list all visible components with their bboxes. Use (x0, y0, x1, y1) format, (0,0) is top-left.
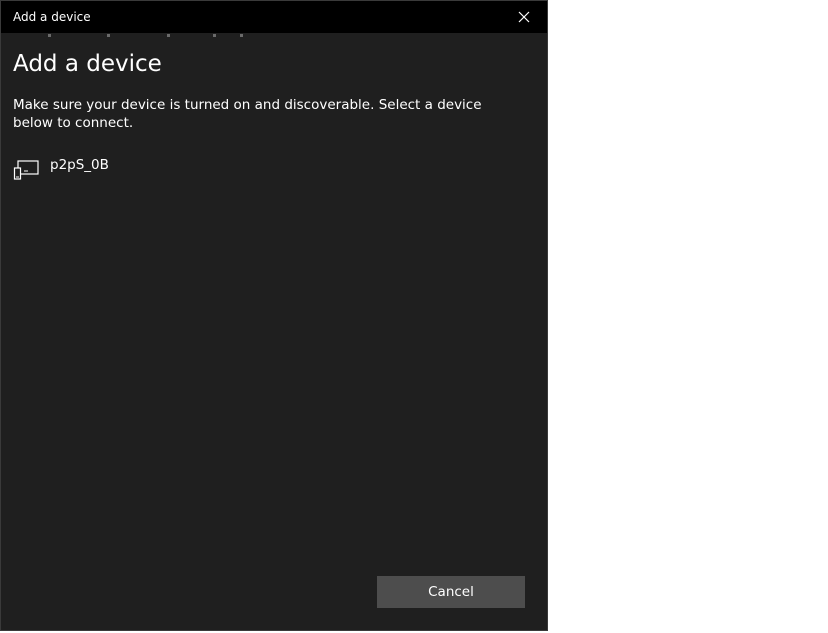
close-icon (518, 11, 530, 23)
title-bar: Add a device (1, 1, 547, 33)
display-device-icon (13, 160, 39, 180)
page-title: Add a device (13, 51, 162, 77)
cancel-button[interactable]: Cancel (377, 576, 525, 608)
instructions-text: Make sure your device is turned on and d… (13, 97, 482, 131)
searching-progress-indicator (1, 33, 547, 37)
device-list-item[interactable]: p2pS_0B (11, 151, 537, 189)
close-button[interactable] (501, 1, 547, 33)
window-title: Add a device (13, 10, 91, 24)
add-device-dialog: Add a device Add a device Make sure your… (0, 0, 548, 631)
device-name: p2pS_0B (50, 157, 109, 173)
